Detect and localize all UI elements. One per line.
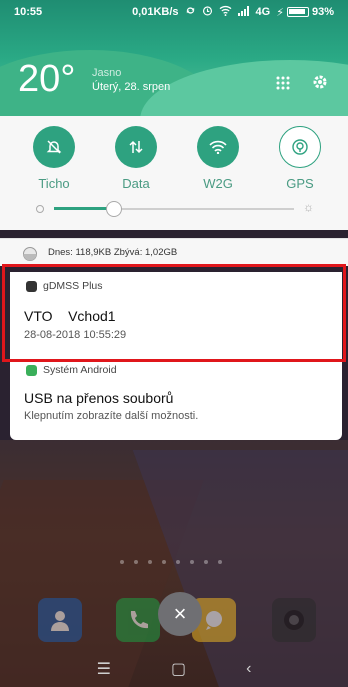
tile-gps[interactable]: GPS	[270, 126, 330, 191]
notification-app-name: Systém Android	[43, 364, 117, 376]
clear-notifications-button[interactable]: ×	[158, 592, 202, 636]
wifi-icon	[197, 126, 239, 168]
signal-icon	[237, 5, 250, 19]
data-transfer-icon	[115, 126, 157, 168]
notification-text: Klepnutím zobrazíte další možnosti.	[24, 410, 199, 422]
tile-wifi[interactable]: W2G	[188, 126, 248, 191]
alarm-icon	[202, 5, 213, 19]
quick-settings-panel: Ticho Data W2G GPS ☼	[0, 116, 348, 230]
menu-nav-button[interactable]: ☰	[97, 659, 111, 679]
notification-android-usb[interactable]: Systém Android USB na přenos souborů Kle…	[10, 356, 342, 440]
tile-silent[interactable]: Ticho	[24, 126, 84, 191]
data-usage-row[interactable]: Dnes: 118,9KB Zbývá: 1,02GB	[0, 238, 348, 266]
battery-indicator: ⚡ 93%	[276, 6, 334, 19]
sync-icon	[185, 5, 196, 19]
brightness-low-icon	[36, 205, 44, 213]
date-label: Úterý, 28. srpen	[92, 81, 171, 93]
status-bar: 10:55 0,01KB/s 4G ⚡ 93%	[0, 0, 348, 24]
camera-app-icon[interactable]	[272, 598, 316, 642]
page-indicator	[120, 560, 222, 564]
clock: 10:55	[14, 6, 43, 18]
brightness-high-icon: ☼	[303, 200, 314, 214]
wifi-status-icon	[219, 5, 232, 19]
gps-icon	[279, 126, 321, 168]
battery-percent: 93%	[311, 6, 334, 18]
temperature: 20°	[18, 58, 76, 100]
gear-icon[interactable]	[312, 74, 328, 95]
android-app-icon	[26, 364, 37, 376]
tile-data[interactable]: Data	[106, 126, 166, 191]
phone-app-icon[interactable]	[116, 598, 160, 642]
data-usage-text: Dnes: 118,9KB Zbývá: 1,02GB	[48, 247, 178, 258]
brightness-slider[interactable]: ☼	[36, 200, 314, 217]
notification-title: USB na přenos souborů	[24, 390, 174, 406]
grid-icon[interactable]	[276, 74, 290, 95]
contacts-app-icon[interactable]	[38, 598, 82, 642]
weather-condition: Jasno	[92, 67, 122, 79]
network-speed: 0,01KB/s	[132, 6, 179, 18]
navigation-bar: ☰ ▢ ‹	[0, 650, 348, 687]
weather-info: Jasno Úterý, 28. srpen	[92, 66, 170, 94]
brightness-thumb[interactable]	[106, 201, 122, 217]
notification-header: 10:55 0,01KB/s 4G ⚡ 93% 20° Jasno Úterý,…	[0, 0, 348, 116]
silent-bell-icon	[33, 126, 75, 168]
data-usage-icon	[23, 247, 37, 261]
home-nav-button[interactable]: ▢	[171, 659, 186, 679]
network-type: 4G	[255, 6, 271, 18]
highlight-box	[2, 264, 346, 362]
back-nav-button[interactable]: ‹	[246, 660, 251, 678]
